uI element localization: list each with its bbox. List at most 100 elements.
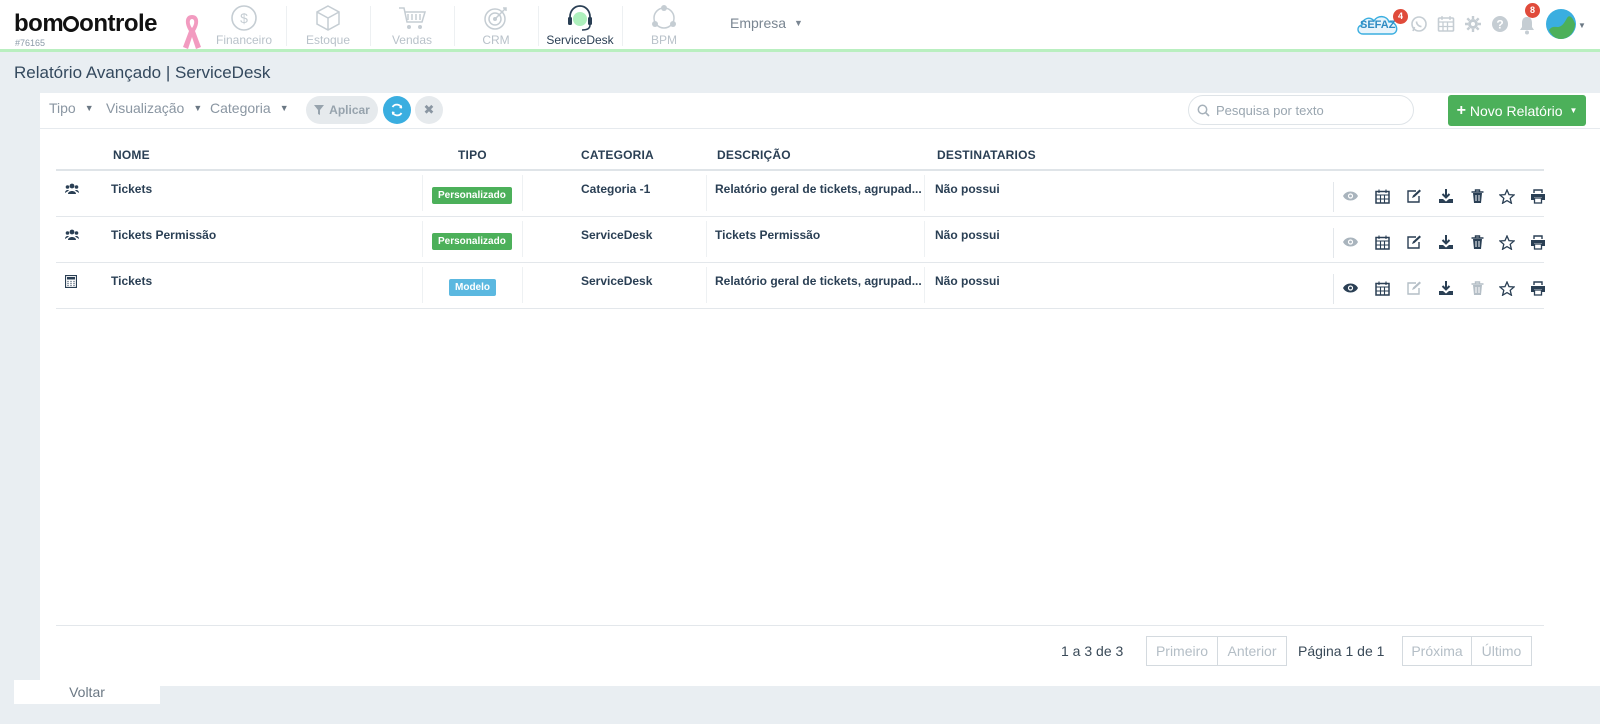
svg-text:?: ? (1496, 18, 1503, 32)
novo-relatorio-button[interactable]: + Novo Relatório ▼ (1448, 95, 1586, 126)
calculator-icon (65, 275, 77, 288)
refresh-button[interactable] (383, 96, 411, 124)
settings-button[interactable] (1464, 15, 1482, 38)
page-title: Relatório Avançado | ServiceDesk (14, 63, 271, 82)
module-label: CRM (482, 33, 510, 47)
table-row[interactable]: Tickets Personalizado Categoria -1 Relat… (56, 171, 1545, 217)
col-header-tipo[interactable]: TIPO (458, 148, 487, 162)
plus-icon: + (1456, 101, 1466, 119)
reports-table: NOME TIPO CATEGORIA DESCRIÇÃO DESTINATAR… (56, 143, 1545, 309)
bell-icon (1520, 17, 1534, 35)
whatsapp-icon (1411, 16, 1427, 32)
col-header-categoria[interactable]: CATEGORIA (581, 148, 654, 162)
pagination-first-button[interactable]: Primeiro (1146, 636, 1218, 666)
filter-visualizacao-dropdown[interactable]: Visualização ▼ (106, 100, 202, 116)
sefaz-label: SEFAZ (1360, 19, 1396, 31)
cell-descricao: Relatório geral de tickets, agrupad... (715, 182, 922, 196)
download-icon[interactable] (1436, 278, 1456, 298)
row-actions (1333, 274, 1545, 304)
favorite-star-icon[interactable] (1497, 232, 1517, 252)
table-row[interactable]: Tickets Permissão Personalizado ServiceD… (56, 217, 1545, 263)
avatar-caret-icon[interactable]: ▼ (1578, 21, 1586, 30)
voltar-button[interactable]: Voltar (14, 680, 160, 704)
download-icon[interactable] (1436, 232, 1456, 252)
avatar (1546, 9, 1576, 39)
module-label: Financeiro (215, 33, 273, 47)
top-navbar: bom ontrole #76165 $ Financeiro Estoque V… (0, 0, 1600, 52)
trash-icon[interactable] (1467, 232, 1487, 252)
edit-pencil-icon[interactable] (1404, 186, 1424, 206)
col-header-descricao[interactable]: DESCRIÇÃO (717, 148, 791, 162)
calendar-icon (1437, 16, 1455, 32)
view-eye-icon[interactable] (1340, 278, 1360, 298)
table-row[interactable]: Tickets Modelo ServiceDesk Relatório ger… (56, 263, 1545, 309)
cell-nome: Tickets (111, 274, 153, 288)
module-financeiro[interactable]: $ Financeiro (202, 4, 286, 48)
caret-down-icon: ▼ (1569, 106, 1578, 115)
print-icon[interactable] (1528, 278, 1548, 298)
dollar-coin-icon: $ (231, 5, 257, 31)
report-panel: Tipo ▼ Visualização ▼ Categoria ▼ Aplicar ✖… (40, 93, 1600, 686)
edit-pencil-icon[interactable] (1404, 232, 1424, 252)
schedule-calendar-icon[interactable] (1372, 232, 1392, 252)
pagination-previous-button[interactable]: Anterior (1217, 636, 1287, 666)
empresa-dropdown[interactable]: Empresa ▼ (730, 15, 803, 31)
favorite-star-icon[interactable] (1497, 278, 1517, 298)
filter-tipo-label: Tipo (49, 100, 76, 116)
sefaz-button[interactable]: SEFAZ 4 (1355, 9, 1408, 43)
col-header-nome[interactable]: NOME (113, 148, 150, 162)
clear-filters-button[interactable]: ✖ (415, 96, 443, 124)
trash-icon[interactable] (1467, 186, 1487, 206)
cell-nome: Tickets (111, 182, 153, 196)
view-eye-icon[interactable] (1340, 232, 1360, 252)
headset-icon (568, 5, 592, 31)
module-label: Vendas (391, 33, 433, 47)
cell-descricao: Relatório geral de tickets, agrupad... (715, 274, 922, 288)
search-input[interactable] (1216, 102, 1406, 118)
user-avatar-button[interactable] (1545, 8, 1577, 45)
filter-categoria-dropdown[interactable]: Categoria ▼ (210, 100, 289, 116)
filter-tipo-dropdown[interactable]: Tipo ▼ (49, 100, 94, 116)
aplicar-button[interactable]: Aplicar (306, 96, 378, 124)
empresa-label: Empresa (730, 15, 787, 31)
caret-down-icon: ▼ (794, 18, 803, 28)
module-servicedesk[interactable]: ServiceDesk (538, 4, 622, 48)
brand-logo[interactable]: bom ontrole (14, 10, 158, 38)
cell-destinatarios: Não possui (935, 182, 1000, 196)
module-label: ServiceDesk (546, 33, 614, 47)
account-id: #76165 (15, 38, 46, 48)
users-group-icon (65, 183, 79, 194)
print-icon[interactable] (1528, 232, 1548, 252)
trash-icon (1467, 278, 1487, 298)
module-vendas[interactable]: Vendas (370, 4, 454, 48)
notifications-button[interactable]: 8 (1518, 3, 1540, 40)
box-icon (316, 5, 340, 31)
users-group-icon (65, 229, 79, 240)
whatsapp-button[interactable] (1410, 15, 1428, 38)
module-crm[interactable]: CRM (454, 4, 538, 48)
pagination-divider (56, 625, 1544, 626)
favorite-star-icon[interactable] (1497, 186, 1517, 206)
help-button[interactable]: ? (1491, 15, 1509, 38)
download-icon[interactable] (1436, 186, 1456, 206)
module-estoque[interactable]: Estoque (286, 4, 370, 48)
module-bpm[interactable]: BPM (622, 4, 706, 48)
filter-funnel-icon (314, 105, 325, 115)
schedule-calendar-icon[interactable] (1372, 186, 1392, 206)
aplicar-label: Aplicar (329, 103, 370, 117)
pagination-next-button[interactable]: Próxima (1402, 636, 1472, 666)
pagination-last-button[interactable]: Último (1471, 636, 1532, 666)
caret-down-icon: ▼ (84, 103, 94, 113)
print-icon[interactable] (1528, 186, 1548, 206)
calendar-button[interactable] (1437, 15, 1455, 38)
awareness-ribbon-icon (183, 15, 201, 49)
view-eye-icon[interactable] (1340, 186, 1360, 206)
col-header-destinatarios[interactable]: DESTINATARIOS (937, 148, 1036, 162)
close-icon: ✖ (423, 102, 435, 117)
svg-text:$: $ (240, 10, 248, 26)
cell-categoria: ServiceDesk (581, 274, 653, 288)
gear-icon (1465, 16, 1481, 32)
footer-bar (0, 686, 1600, 724)
schedule-calendar-icon[interactable] (1372, 278, 1392, 298)
cell-destinatarios: Não possui (935, 228, 1000, 242)
